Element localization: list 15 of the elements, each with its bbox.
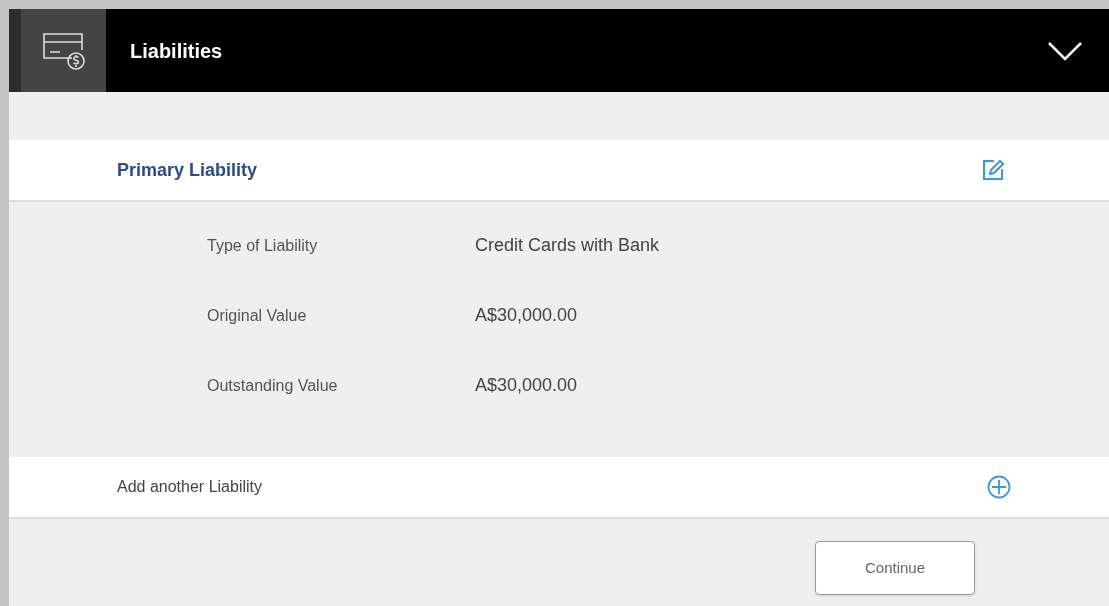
header-title: Liabilities	[130, 38, 224, 64]
chevron-down-icon[interactable]	[1047, 40, 1083, 61]
field-label: Original Value	[207, 305, 308, 326]
field-value: A$30,000.00	[475, 374, 578, 397]
continue-button[interactable]: Continue	[815, 541, 975, 595]
field-value: A$30,000.00	[475, 304, 578, 327]
add-liability-label: Add another Liability	[117, 477, 263, 497]
field-label: Outstanding Value	[207, 375, 339, 396]
card-dollar-icon	[41, 31, 86, 70]
field-value: Credit Cards with Bank	[475, 234, 660, 257]
plus-circle-icon[interactable]	[987, 475, 1011, 499]
edit-icon[interactable]	[982, 159, 1004, 181]
add-liability-row[interactable]: Add another Liability	[9, 457, 1109, 519]
field-label: Type of Liability	[207, 235, 319, 256]
liability-title: Primary Liability	[117, 158, 259, 182]
